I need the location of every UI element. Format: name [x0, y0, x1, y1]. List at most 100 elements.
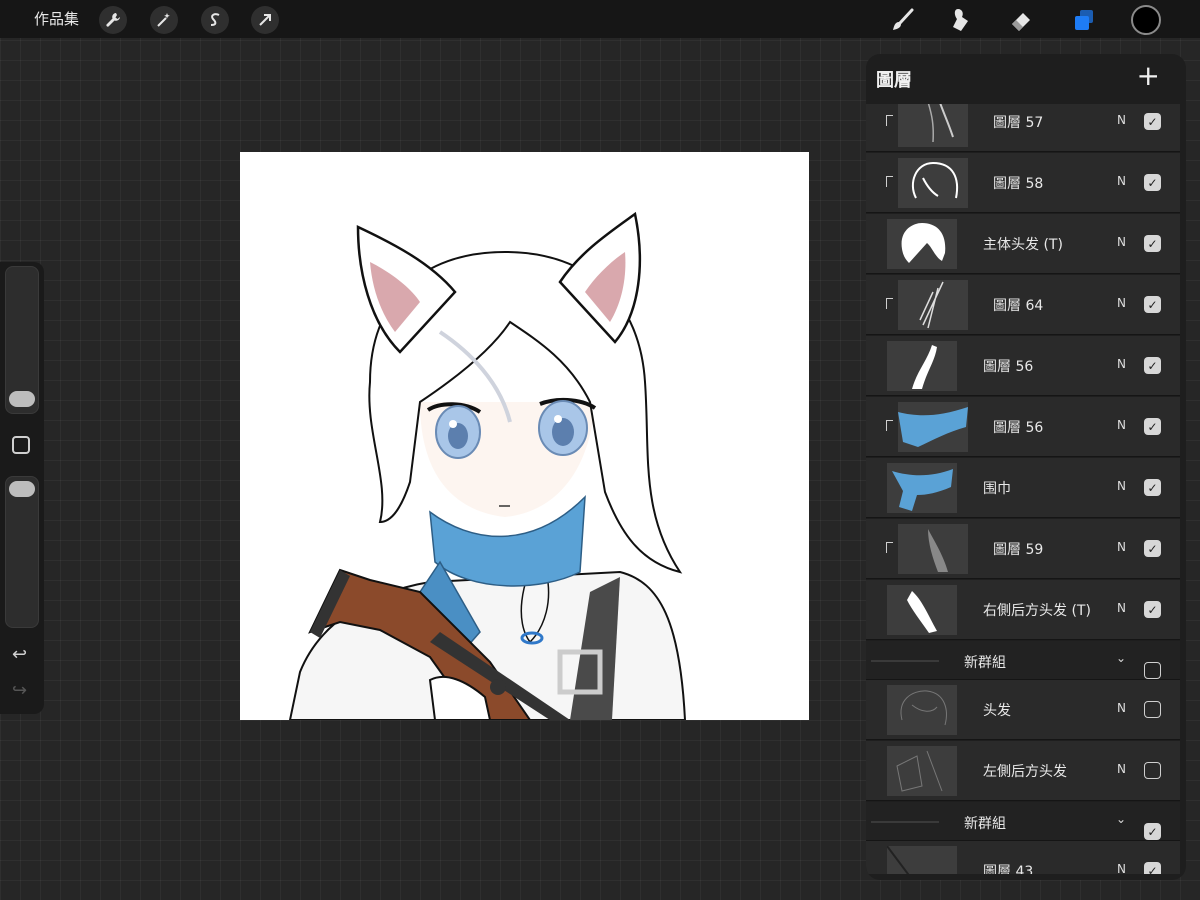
blend-mode-button[interactable]: N	[1117, 418, 1126, 432]
chevron-down-icon[interactable]: ⌄	[1116, 812, 1126, 826]
artwork	[288, 211, 687, 720]
eraser-icon[interactable]	[1006, 5, 1036, 35]
visibility-checkbox[interactable]: ✓	[1144, 235, 1161, 252]
clipping-mask-icon	[886, 542, 893, 553]
blend-mode-button[interactable]: N	[1117, 479, 1126, 493]
magic-wand-icon[interactable]	[150, 6, 178, 34]
layer-name: 圖層 56	[983, 359, 1034, 375]
layer-thumbnail	[887, 585, 957, 635]
blend-mode-button[interactable]: N	[1117, 296, 1126, 310]
clipping-mask-icon	[886, 115, 893, 126]
group-divider	[871, 821, 939, 823]
blend-mode-button[interactable]: N	[1117, 862, 1126, 874]
layer-row[interactable]: 圖層 59 N ✓	[866, 519, 1180, 579]
brush-icon[interactable]	[888, 5, 918, 35]
modify-button[interactable]	[12, 436, 30, 454]
arrow-cursor-icon[interactable]	[251, 6, 279, 34]
color-swatch-button[interactable]	[1131, 5, 1161, 35]
layer-thumbnail	[898, 158, 968, 208]
opacity-slider[interactable]	[5, 476, 39, 628]
layer-name: 圖層 59	[993, 542, 1044, 558]
blend-mode-button[interactable]: N	[1117, 357, 1126, 371]
blend-mode-button[interactable]: N	[1117, 762, 1126, 776]
layer-group-row[interactable]: 新群組 ⌄ ✓	[866, 802, 1180, 841]
visibility-checkbox[interactable]: ✓	[1144, 823, 1161, 840]
layer-name: 左側后方头发	[983, 764, 1067, 780]
layer-name: 圖層 58	[993, 176, 1044, 192]
layers-panel-header: 圖層 +	[866, 54, 1186, 104]
visibility-checkbox[interactable]	[1144, 762, 1161, 779]
layers-panel-title: 圖層	[876, 70, 912, 91]
visibility-checkbox[interactable]: ✓	[1144, 601, 1161, 618]
layer-row[interactable]: 圖層 56 N ✓	[866, 397, 1180, 457]
blend-mode-button[interactable]: N	[1117, 540, 1126, 554]
wrench-icon[interactable]	[99, 6, 127, 34]
visibility-checkbox[interactable]: ✓	[1144, 862, 1161, 874]
layer-name: 圖層 64	[993, 298, 1044, 314]
blend-mode-button[interactable]: N	[1117, 174, 1126, 188]
left-sidebar: ↩ ↪	[0, 262, 44, 714]
layer-name: 围巾	[983, 481, 1011, 497]
layer-thumbnail	[887, 341, 957, 391]
group-name: 新群組	[964, 655, 1006, 671]
visibility-checkbox[interactable]: ✓	[1144, 296, 1161, 313]
visibility-checkbox[interactable]	[1144, 662, 1161, 679]
plus-icon[interactable]: +	[1137, 62, 1160, 90]
layer-name: 右側后方头发 (T)	[983, 603, 1091, 619]
group-name: 新群組	[964, 816, 1006, 832]
clipping-mask-icon	[886, 176, 893, 187]
layer-thumbnail	[898, 524, 968, 574]
layer-name: 圖層 56	[993, 420, 1044, 436]
chevron-down-icon[interactable]: ⌄	[1116, 651, 1126, 665]
brush-size-thumb[interactable]	[9, 391, 35, 407]
visibility-checkbox[interactable]: ✓	[1144, 540, 1161, 557]
visibility-checkbox[interactable]: ✓	[1144, 357, 1161, 374]
gallery-button[interactable]: 作品集	[34, 8, 79, 29]
layer-row[interactable]: 围巾 N ✓	[866, 458, 1180, 518]
layer-name: 头发	[983, 703, 1011, 719]
blend-mode-button[interactable]: N	[1117, 601, 1126, 615]
visibility-checkbox[interactable]: ✓	[1144, 113, 1161, 130]
layer-thumbnail	[887, 463, 957, 513]
brush-size-slider[interactable]	[5, 266, 39, 414]
blend-mode-button[interactable]: N	[1117, 235, 1126, 249]
layer-thumbnail	[898, 104, 968, 147]
clipping-mask-icon	[886, 298, 893, 309]
layer-name: 圖層 57	[993, 115, 1044, 131]
visibility-checkbox[interactable]: ✓	[1144, 418, 1161, 435]
layers-panel: 圖層 + 圖層 57 N ✓ 圖層 58 N ✓ 主体头发 (T) N ✓ 圖層 64 N ✓ 圖層 5…	[866, 54, 1186, 880]
layer-thumbnail	[898, 280, 968, 330]
clipping-mask-icon	[886, 420, 893, 431]
layer-thumbnail	[887, 746, 957, 796]
top-toolbar: 作品集	[0, 0, 1200, 38]
blend-mode-button[interactable]: N	[1117, 701, 1126, 715]
layer-row[interactable]: 左側后方头发 N	[866, 741, 1180, 801]
visibility-checkbox[interactable]: ✓	[1144, 479, 1161, 496]
visibility-checkbox[interactable]	[1144, 701, 1161, 718]
layer-row[interactable]: 头发 N	[866, 680, 1180, 740]
drawing-canvas[interactable]	[240, 152, 809, 720]
layer-row[interactable]: 右側后方头发 (T) N ✓	[866, 580, 1180, 640]
selection-s-icon[interactable]	[201, 6, 229, 34]
layer-name: 圖層 43	[983, 864, 1034, 874]
layer-row[interactable]: 圖層 43 N ✓	[866, 841, 1180, 874]
layer-thumbnail	[887, 685, 957, 735]
smudge-icon[interactable]	[946, 5, 976, 35]
opacity-thumb[interactable]	[9, 481, 35, 497]
layer-thumbnail	[887, 219, 957, 269]
redo-icon[interactable]: ↪	[12, 680, 27, 701]
layer-row[interactable]: 圖層 56 N ✓	[866, 336, 1180, 396]
undo-icon[interactable]: ↩	[12, 644, 27, 665]
layer-row[interactable]: 圖層 57 N ✓	[866, 104, 1180, 152]
blend-mode-button[interactable]: N	[1117, 113, 1126, 127]
group-divider	[871, 660, 939, 662]
layer-row[interactable]: 主体头发 (T) N ✓	[866, 214, 1180, 274]
layer-name: 主体头发 (T)	[983, 237, 1063, 253]
layer-thumbnail	[887, 846, 957, 874]
layer-thumbnail	[898, 402, 968, 452]
layer-row[interactable]: 圖層 64 N ✓	[866, 275, 1180, 335]
layer-row[interactable]: 圖層 58 N ✓	[866, 153, 1180, 213]
visibility-checkbox[interactable]: ✓	[1144, 174, 1161, 191]
layer-group-row[interactable]: 新群組 ⌄	[866, 641, 1180, 680]
layers-icon[interactable]	[1069, 5, 1099, 35]
